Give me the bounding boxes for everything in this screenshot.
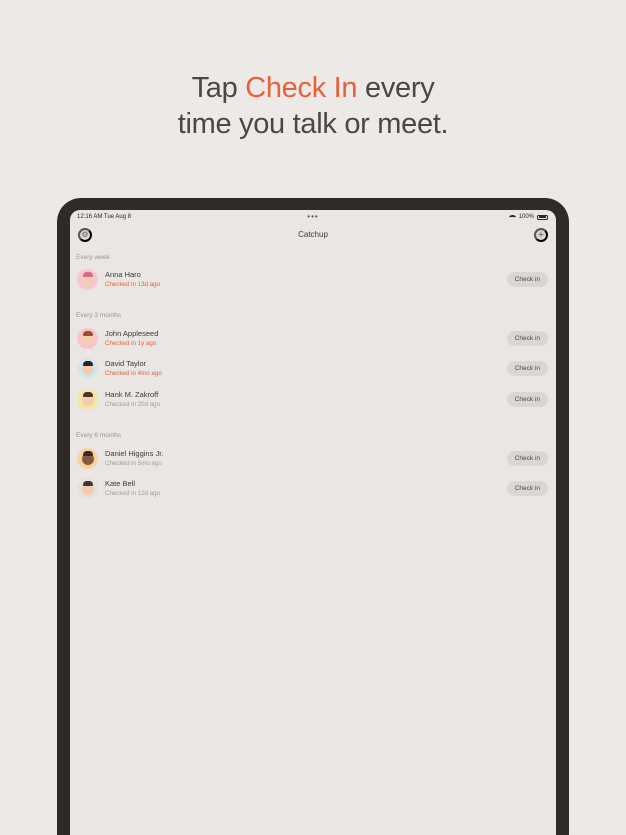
app-screen: 12:16 AM Tue Aug 8 ••• 100% ⚙ Catchup + … <box>70 210 556 835</box>
contact-row[interactable]: Anna Haro Checked in 13d ago Check in <box>70 267 556 295</box>
section-label-every-week: Every week <box>76 254 110 261</box>
add-contact-button[interactable]: + <box>534 228 548 242</box>
contact-name: David Taylor <box>105 359 147 368</box>
contact-name: Anna Haro <box>105 270 141 279</box>
contact-row[interactable]: Kate Bell Checked in 12d ago Check in <box>70 476 556 504</box>
headline-suffix: every <box>357 72 435 104</box>
contact-row[interactable]: David Taylor Checked in 4mo ago Check in <box>70 356 556 384</box>
check-in-button[interactable]: Check in <box>506 451 548 466</box>
section-label-every-3-months: Every 3 months <box>76 312 122 319</box>
avatar <box>77 448 98 469</box>
wifi-icon <box>508 214 516 220</box>
check-in-button[interactable]: Check in <box>506 361 548 376</box>
memoji-icon <box>81 480 94 495</box>
battery-icon <box>537 214 548 220</box>
headline-prefix: Tap <box>191 72 246 104</box>
avatar <box>77 269 98 290</box>
contact-row[interactable]: Daniel Higgins Jr. Checked in 5mo ago Ch… <box>70 446 556 474</box>
memoji-icon <box>81 271 94 286</box>
contact-name: Hank M. Zakroff <box>105 390 159 399</box>
check-in-button[interactable]: Check in <box>506 392 548 407</box>
headline-accent: Check In <box>245 72 358 104</box>
contact-status: Checked in 5mo ago <box>105 460 162 467</box>
app-title: Catchup <box>298 230 328 239</box>
status-right: 100% <box>508 214 548 220</box>
nav-bar: ⚙ Catchup + <box>70 226 556 244</box>
memoji-icon <box>81 330 94 345</box>
contact-name: Daniel Higgins Jr. <box>105 449 164 458</box>
battery-percent: 100% <box>518 214 534 220</box>
status-bar: 12:16 AM Tue Aug 8 ••• 100% <box>70 212 556 224</box>
multitasking-dots[interactable]: ••• <box>307 212 318 221</box>
contact-status: Checked in 13d ago <box>105 281 161 288</box>
memoji-icon <box>81 360 94 375</box>
contact-status: Checked in 1y ago <box>105 340 157 347</box>
contact-row[interactable]: Hank M. Zakroff Checked in 20d ago Check… <box>70 387 556 415</box>
contact-status: Checked in 4mo ago <box>105 370 162 377</box>
avatar <box>77 358 98 379</box>
memoji-icon <box>81 450 94 465</box>
marketing-headline: Tap Check In every time you talk or meet… <box>0 70 626 142</box>
contact-status: Checked in 20d ago <box>105 401 161 408</box>
avatar <box>77 389 98 410</box>
avatar <box>77 478 98 499</box>
memoji-icon <box>81 391 94 406</box>
headline-line-2: time you talk or meet. <box>177 108 449 140</box>
section-label-every-6-months: Every 6 months <box>76 432 122 439</box>
plus-icon: + <box>537 228 545 241</box>
contact-status: Checked in 12d ago <box>105 490 161 497</box>
contact-name: Kate Bell <box>105 479 136 488</box>
contact-row[interactable]: John Appleseed Checked in 1y ago Check i… <box>70 326 556 354</box>
check-in-button[interactable]: Check in <box>506 272 548 287</box>
check-in-button[interactable]: Check in <box>506 481 548 496</box>
contact-name: John Appleseed <box>105 329 159 338</box>
status-time: 12:16 AM Tue Aug 8 <box>77 214 132 220</box>
headline-line-1: Tap Check In every <box>0 70 626 106</box>
check-in-button[interactable]: Check in <box>506 331 548 346</box>
avatar <box>77 328 98 349</box>
ipad-frame: 12:16 AM Tue Aug 8 ••• 100% ⚙ Catchup + … <box>57 198 569 835</box>
